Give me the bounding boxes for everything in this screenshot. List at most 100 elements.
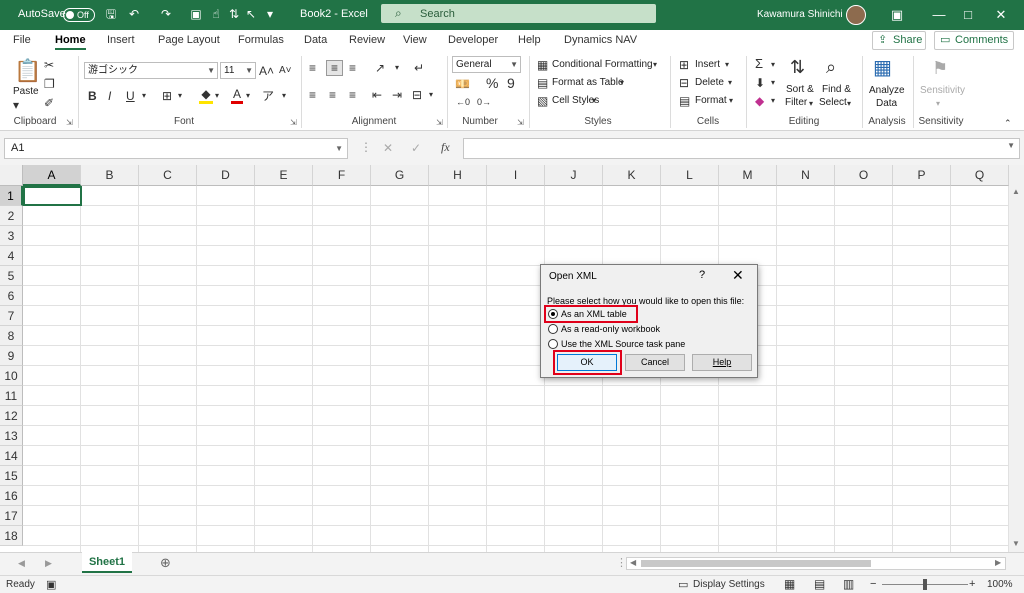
increase-indent-icon[interactable]: ⇥ bbox=[392, 88, 402, 102]
font-color-dropdown-icon[interactable]: ▾ bbox=[246, 89, 250, 103]
option-read-only-label[interactable]: As a read-only workbook bbox=[561, 324, 660, 334]
expand-formula-icon[interactable]: ▼ bbox=[1007, 141, 1015, 150]
tab-file[interactable]: File bbox=[13, 34, 31, 46]
scroll-up-icon[interactable]: ▲ bbox=[1012, 187, 1020, 196]
maximize-icon[interactable]: □ bbox=[958, 5, 978, 25]
comma-button[interactable]: 9 bbox=[507, 76, 515, 90]
avatar[interactable] bbox=[846, 5, 866, 25]
increase-decimal-icon[interactable]: ←0 bbox=[456, 95, 470, 109]
zoom-thumb[interactable] bbox=[923, 579, 927, 590]
minimize-icon[interactable]: — bbox=[929, 5, 949, 25]
chevron-down-icon[interactable]: ▾ bbox=[771, 94, 775, 108]
clipboard-launcher-icon[interactable]: ⇲ bbox=[66, 118, 73, 127]
paste-icon[interactable]: 📋 bbox=[14, 58, 41, 84]
row-header-6[interactable]: 6 bbox=[0, 286, 23, 306]
align-center-icon[interactable]: ≡ bbox=[329, 88, 336, 102]
find-select-label-2[interactable]: Select bbox=[819, 97, 847, 108]
clear-icon[interactable]: ◆ bbox=[755, 94, 764, 108]
underline-button[interactable]: U bbox=[126, 89, 135, 103]
format-cells-icon[interactable]: ▤ bbox=[679, 94, 690, 108]
percent-button[interactable]: % bbox=[486, 76, 498, 90]
decrease-indent-icon[interactable]: ⇤ bbox=[372, 88, 382, 102]
underline-dropdown-icon[interactable]: ▾ bbox=[142, 89, 146, 103]
row-header-9[interactable]: 9 bbox=[0, 346, 23, 366]
column-header-j[interactable]: J bbox=[545, 165, 603, 186]
sort-filter-label-1[interactable]: Sort & bbox=[786, 84, 814, 95]
column-header-l[interactable]: L bbox=[661, 165, 719, 186]
align-top-icon[interactable]: ≡ bbox=[309, 61, 316, 75]
column-header-i[interactable]: I bbox=[487, 165, 545, 186]
chevron-down-icon[interactable]: ▾ bbox=[592, 94, 596, 108]
user-name[interactable]: Kawamura Shinichi bbox=[757, 9, 843, 20]
help-button[interactable]: Help bbox=[692, 354, 752, 371]
paste-dropdown-icon[interactable]: ▾ bbox=[13, 98, 19, 112]
row-header-12[interactable]: 12 bbox=[0, 406, 23, 426]
scroll-left-icon[interactable]: ◀ bbox=[630, 558, 636, 567]
chevron-down-icon[interactable]: ▾ bbox=[728, 76, 732, 90]
redo-icon[interactable]: ↷ bbox=[158, 6, 174, 22]
add-sheet-icon[interactable]: ⊕ bbox=[160, 555, 171, 571]
align-middle-icon[interactable]: ≡ bbox=[326, 60, 343, 76]
column-header-g[interactable]: G bbox=[371, 165, 429, 186]
dialog-help-icon[interactable]: ? bbox=[699, 269, 705, 281]
merge-dropdown-icon[interactable]: ▾ bbox=[429, 88, 433, 102]
row-header-10[interactable]: 10 bbox=[0, 366, 23, 386]
tab-home[interactable]: Home bbox=[55, 34, 86, 50]
drag-handle-icon[interactable]: ⋮ bbox=[360, 140, 372, 154]
next-sheet-icon[interactable]: ▶ bbox=[45, 558, 52, 569]
zoom-level[interactable]: 100% bbox=[987, 579, 1013, 590]
name-box[interactable]: A1 ▼ bbox=[4, 138, 348, 159]
save-icon[interactable]: 🖫 bbox=[103, 6, 119, 22]
increase-font-icon[interactable]: A˄ bbox=[259, 64, 274, 78]
scroll-thumb[interactable] bbox=[641, 560, 871, 567]
close-icon[interactable]: ✕ bbox=[991, 5, 1011, 25]
zoom-out-icon[interactable]: − bbox=[870, 578, 876, 590]
row-header-11[interactable]: 11 bbox=[0, 386, 23, 406]
conditional-formatting-icon[interactable]: ▦ bbox=[537, 58, 548, 72]
column-header-f[interactable]: F bbox=[313, 165, 371, 186]
column-header-n[interactable]: N bbox=[777, 165, 835, 186]
camera-icon[interactable]: ▣ bbox=[188, 6, 204, 22]
delete-cells-icon[interactable]: ⊟ bbox=[679, 76, 689, 90]
merge-center-icon[interactable]: ⊟ bbox=[412, 88, 422, 102]
column-header-e[interactable]: E bbox=[255, 165, 313, 186]
column-header-k[interactable]: K bbox=[603, 165, 661, 186]
orientation-icon[interactable]: ↗ bbox=[375, 61, 385, 75]
find-select-icon[interactable]: ⌕ bbox=[826, 56, 836, 78]
fill-color-icon[interactable]: ◆ bbox=[199, 87, 213, 104]
row-header-18[interactable]: 18 bbox=[0, 526, 23, 546]
scroll-down-icon[interactable]: ▼ bbox=[1012, 539, 1020, 548]
fill-dropdown-icon[interactable]: ▾ bbox=[215, 89, 219, 103]
chevron-down-icon[interactable]: ▾ bbox=[771, 58, 775, 72]
scroll-right-icon[interactable]: ▶ bbox=[995, 558, 1001, 567]
font-name-combo[interactable]: 游ゴシック ▼ bbox=[84, 62, 218, 79]
column-header-h[interactable]: H bbox=[429, 165, 487, 186]
page-break-view-icon[interactable]: ▥ bbox=[843, 577, 854, 591]
sort-filter-icon[interactable]: ⇅ bbox=[790, 56, 805, 78]
dialog-close-icon[interactable]: ✕ bbox=[732, 267, 744, 284]
vertical-scrollbar[interactable]: ▲ ▼ bbox=[1008, 165, 1024, 552]
paste-label[interactable]: Paste bbox=[13, 86, 39, 97]
decrease-decimal-icon[interactable]: 0→ bbox=[477, 95, 491, 109]
formula-input[interactable]: ▼ bbox=[463, 138, 1020, 159]
delete-cells-label[interactable]: Delete bbox=[695, 77, 724, 88]
cancel-button[interactable]: Cancel bbox=[625, 354, 685, 371]
prev-sheet-icon[interactable]: ◀ bbox=[18, 558, 25, 569]
column-header-a[interactable]: A bbox=[23, 165, 81, 186]
display-settings-label[interactable]: Display Settings bbox=[693, 579, 765, 590]
phonetic-dropdown-icon[interactable]: ▾ bbox=[282, 89, 286, 103]
row-header-15[interactable]: 15 bbox=[0, 466, 23, 486]
autosave-toggle[interactable]: Off bbox=[63, 8, 95, 22]
column-header-q[interactable]: Q bbox=[951, 165, 1009, 186]
font-launcher-icon[interactable]: ⇲ bbox=[290, 118, 297, 127]
collapse-ribbon-icon[interactable]: ⌃ bbox=[1004, 116, 1012, 130]
row-header-8[interactable]: 8 bbox=[0, 326, 23, 346]
fill-icon[interactable]: ⬇ bbox=[755, 76, 765, 90]
comments-button[interactable]: ▭ Comments bbox=[934, 31, 1014, 50]
row-header-13[interactable]: 13 bbox=[0, 426, 23, 446]
radio-xml-source-pane[interactable] bbox=[548, 339, 558, 349]
format-cells-label[interactable]: Format bbox=[695, 95, 727, 106]
analyze-data-label-1[interactable]: Analyze bbox=[869, 85, 905, 96]
analyze-data-label-2[interactable]: Data bbox=[876, 98, 897, 109]
autosum-icon[interactable]: Σ bbox=[755, 57, 763, 71]
